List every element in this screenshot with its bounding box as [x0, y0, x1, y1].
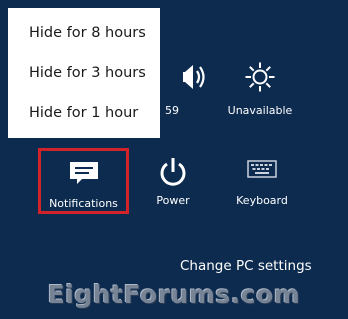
power-label: Power	[156, 194, 190, 207]
speaker-icon	[169, 62, 218, 97]
brightness-icon	[215, 62, 305, 97]
settings-charm-panel: Hide for 8 hours Hide for 3 hours Hide f…	[0, 0, 348, 319]
notifications-icon	[41, 161, 126, 193]
keyboard-label: Keyboard	[236, 194, 288, 207]
watermark: EightForums.com	[47, 280, 301, 309]
power-icon	[128, 156, 218, 190]
keyboard-tile[interactable]: Keyboard	[217, 156, 307, 207]
notifications-tile[interactable]: Notifications	[38, 148, 129, 214]
notifications-hide-menu: Hide for 8 hours Hide for 3 hours Hide f…	[8, 8, 160, 138]
change-pc-settings-link[interactable]: Change PC settings	[180, 258, 312, 274]
notifications-label: Notifications	[49, 197, 118, 210]
hide-8-hours-option[interactable]: Hide for 8 hours	[8, 18, 160, 58]
volume-level-label: 59	[165, 104, 179, 117]
power-tile[interactable]: Power	[128, 156, 218, 207]
network-status-label: Unavailable	[227, 104, 293, 117]
keyboard-icon	[217, 156, 307, 190]
hide-1-hour-option[interactable]: Hide for 1 hour	[8, 98, 160, 138]
network-tile[interactable]: Unavailable	[215, 62, 305, 117]
hide-3-hours-option[interactable]: Hide for 3 hours	[8, 58, 160, 98]
